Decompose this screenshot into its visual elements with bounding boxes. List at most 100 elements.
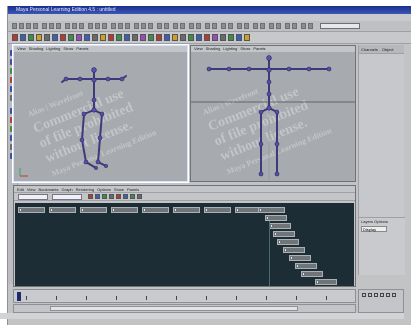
graph-tool-icon[interactable] [116, 194, 121, 199]
joint-node[interactable] [301, 271, 323, 277]
viewport-menu-panels[interactable]: Panels [76, 46, 88, 51]
tool-icon[interactable] [237, 23, 242, 29]
tool-icon[interactable] [253, 23, 258, 29]
shelf-icon[interactable] [180, 34, 186, 41]
joint-node[interactable] [269, 223, 291, 229]
tool-icon[interactable] [228, 23, 233, 29]
joint-node[interactable] [258, 207, 285, 213]
joint-node[interactable] [111, 207, 138, 213]
shelf-icon[interactable] [140, 34, 146, 41]
tool-icon[interactable] [276, 23, 281, 29]
tool-icon[interactable] [164, 23, 169, 29]
time-slider[interactable] [13, 289, 356, 303]
viewport-menu-view[interactable]: View [17, 46, 26, 51]
tool-icon[interactable] [141, 23, 146, 29]
shelf-icon[interactable] [220, 34, 226, 41]
tab-object[interactable]: Object [382, 47, 394, 52]
tool-icon[interactable] [292, 23, 297, 29]
graph-menu-show[interactable]: Show [114, 187, 124, 192]
viewport-menu-lighting[interactable]: Lighting [46, 46, 60, 51]
graph-tool-icon[interactable] [137, 194, 142, 199]
tool-icon[interactable] [148, 23, 153, 29]
joint-node[interactable] [315, 279, 337, 285]
shelf-icon[interactable] [204, 34, 210, 41]
tool-icon[interactable] [19, 23, 24, 29]
joint-node[interactable] [80, 207, 107, 213]
graph-field[interactable] [18, 194, 48, 200]
shelf-icon[interactable] [156, 34, 162, 41]
joint-node[interactable] [18, 207, 45, 213]
play-backward-icon[interactable] [374, 293, 378, 297]
shelf-icon[interactable] [76, 34, 82, 41]
tool-icon[interactable] [111, 23, 116, 29]
graph-menu-rendering[interactable]: Rendering [76, 187, 94, 192]
skeleton-perspective[interactable] [14, 52, 188, 182]
viewport-menu-shading[interactable]: Shading [206, 46, 221, 51]
tool-icon[interactable] [180, 23, 185, 29]
viewport-menu-show[interactable]: Show [63, 46, 73, 51]
shelf-icon[interactable] [196, 34, 202, 41]
joint-node[interactable] [204, 207, 231, 213]
viewport-menu-lighting[interactable]: Lighting [223, 46, 237, 51]
tool-icon[interactable] [196, 23, 201, 29]
joint-node[interactable] [173, 207, 200, 213]
tool-icon[interactable] [12, 23, 17, 29]
step-forward-icon[interactable] [386, 293, 390, 297]
tool-icon[interactable] [308, 23, 313, 29]
joint-node[interactable] [289, 255, 311, 261]
shelf-icon[interactable] [12, 34, 18, 41]
tool-icon[interactable] [95, 23, 100, 29]
tool-icon[interactable] [42, 23, 47, 29]
viewport-menu-panels[interactable]: Panels [253, 46, 265, 51]
tool-icon[interactable] [118, 23, 123, 29]
shelf-icon[interactable] [84, 34, 90, 41]
tool-icon[interactable] [189, 23, 194, 29]
shelf-icon[interactable] [20, 34, 26, 41]
tool-icon[interactable] [221, 23, 226, 29]
go-to-end-icon[interactable] [392, 293, 396, 297]
play-forward-icon[interactable] [380, 293, 384, 297]
range-slider[interactable] [13, 304, 356, 313]
joint-node[interactable] [277, 239, 299, 245]
tab-channels[interactable]: Channels [361, 47, 378, 52]
viewport-canvas[interactable]: Alias | Wavefront Commercial use of file… [191, 52, 355, 181]
tool-icon[interactable] [260, 23, 265, 29]
graph-tool-icon[interactable] [102, 194, 107, 199]
front-viewport[interactable]: View Shading Lighting Show Panels Alias | Wa… [190, 45, 356, 182]
tool-icon[interactable] [269, 23, 274, 29]
shelf-icon[interactable] [52, 34, 58, 41]
graph-tool-icon[interactable] [88, 194, 93, 199]
viewport-menu-shading[interactable]: Shading [29, 46, 44, 51]
tool-icon[interactable] [205, 23, 210, 29]
joint-node[interactable] [142, 207, 169, 213]
tool-icon[interactable] [33, 23, 38, 29]
graph-menu-bookmarks[interactable]: Bookmarks [39, 187, 59, 192]
viewport-canvas[interactable]: Alias | Wavefront Commercial use of file… [14, 52, 187, 181]
graph-tool-icon[interactable] [109, 194, 114, 199]
skeleton-front[interactable] [191, 52, 356, 182]
graph-menu-graph[interactable]: Graph [62, 187, 73, 192]
joint-node[interactable] [273, 231, 295, 237]
tool-icon[interactable] [285, 23, 290, 29]
tool-icon[interactable] [244, 23, 249, 29]
tool-icon[interactable] [65, 23, 70, 29]
shelf-icon[interactable] [172, 34, 178, 41]
shelf-icon[interactable] [60, 34, 66, 41]
graph-field[interactable] [52, 194, 82, 200]
tool-icon[interactable] [88, 23, 93, 29]
step-back-icon[interactable] [368, 293, 372, 297]
hypergraph-canvas[interactable] [15, 203, 354, 286]
tool-icon[interactable] [134, 23, 139, 29]
graph-tool-icon[interactable] [95, 194, 100, 199]
shelf-icon[interactable] [236, 34, 242, 41]
shelf-icon[interactable] [148, 34, 154, 41]
shelf-icon[interactable] [244, 34, 250, 41]
shelf-icon[interactable] [164, 34, 170, 41]
current-time-marker[interactable] [17, 292, 21, 301]
tool-icon[interactable] [72, 23, 77, 29]
joint-node[interactable] [49, 207, 76, 213]
shelf-icon[interactable] [228, 34, 234, 41]
shelf-icon[interactable] [116, 34, 122, 41]
input-field[interactable] [320, 23, 360, 29]
viewport-menu-view[interactable]: View [194, 46, 203, 51]
